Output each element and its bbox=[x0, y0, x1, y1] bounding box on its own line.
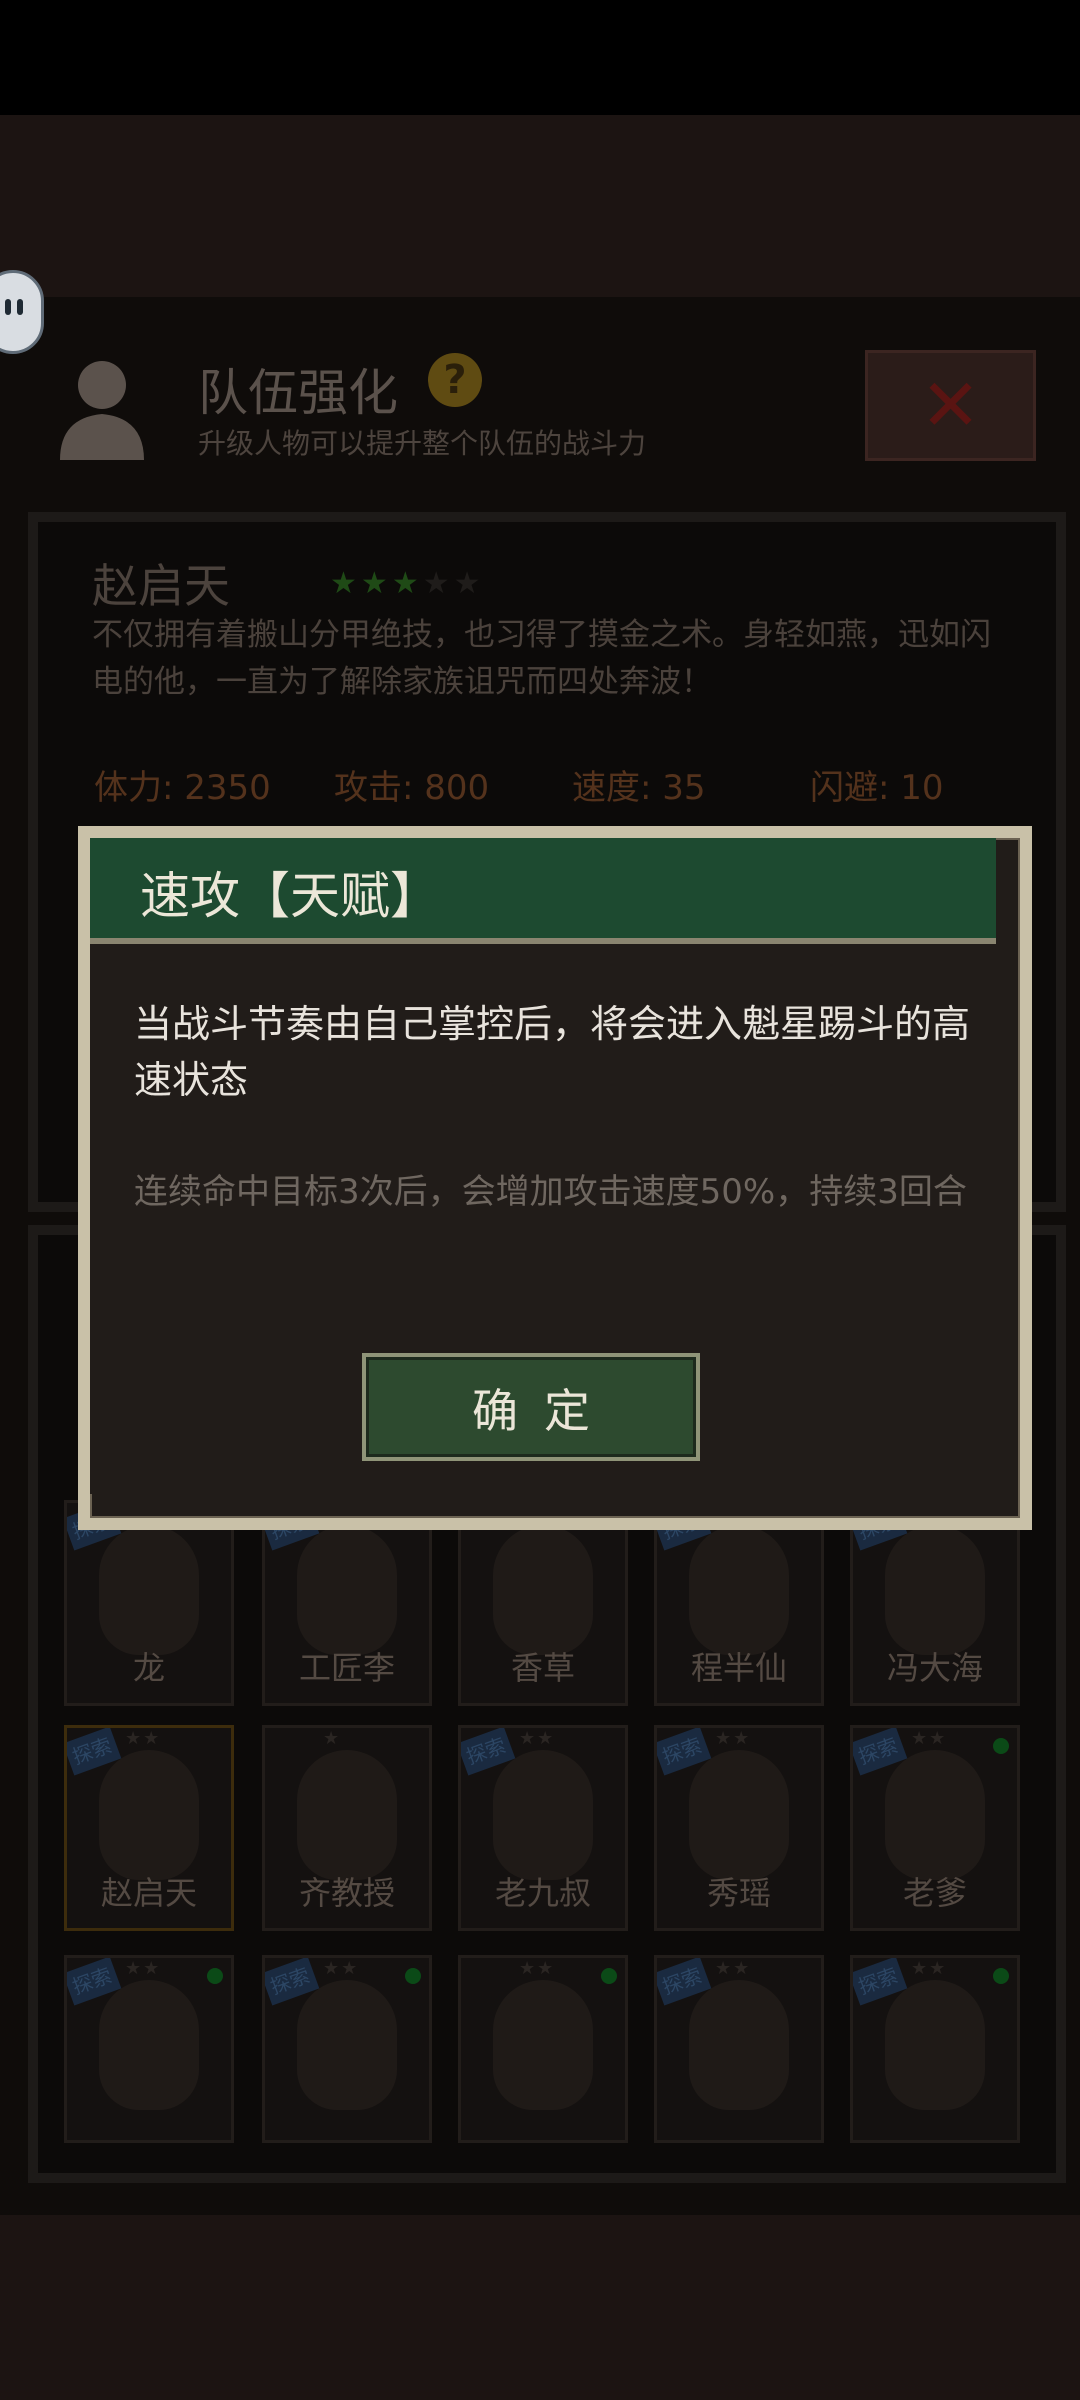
page-title: 队伍强化 bbox=[198, 364, 398, 422]
question-icon[interactable]: ? bbox=[428, 353, 482, 407]
star-icon: ★ bbox=[422, 566, 454, 601]
online-status-dot bbox=[601, 1968, 617, 1984]
character-card[interactable]: ★ 齐教授 bbox=[262, 1725, 432, 1931]
character-stars: ★ bbox=[323, 1728, 342, 1749]
character-stars: ★★ bbox=[323, 1958, 360, 1979]
character-name: 老爹 bbox=[902, 1874, 967, 1912]
character-card[interactable]: 探索 ★★ bbox=[262, 1955, 432, 2143]
character-card[interactable]: 探索 龙 bbox=[64, 1500, 234, 1706]
character-card[interactable]: 香草 bbox=[458, 1500, 628, 1706]
character-name: 赵启天 bbox=[100, 1874, 197, 1912]
character-portrait bbox=[99, 1750, 199, 1880]
character-name: 香草 bbox=[510, 1649, 575, 1687]
character-portrait bbox=[689, 1750, 789, 1880]
character-stars: ★★ bbox=[715, 1958, 752, 1979]
talent-effect: 连续命中目标3次后，会增加攻击速度50%，持续3回合 bbox=[134, 1172, 967, 1212]
online-status-dot bbox=[207, 1968, 223, 1984]
close-x-icon: ✕ bbox=[920, 363, 981, 447]
character-portrait bbox=[885, 1525, 985, 1655]
character-name: 老九叔 bbox=[494, 1874, 591, 1912]
hero-name: 赵启天 bbox=[92, 559, 230, 613]
star-icon: ★ bbox=[391, 566, 423, 601]
page-subtitle: 升级人物可以提升整个队伍的战斗力 bbox=[198, 427, 647, 460]
star-icon: ★ bbox=[330, 566, 361, 601]
character-stars: ★★ bbox=[519, 1728, 556, 1749]
character-card[interactable]: ★★ bbox=[458, 1955, 628, 2143]
character-name: 冯大海 bbox=[886, 1649, 983, 1687]
stat-attack: 攻击: 800 bbox=[334, 768, 490, 808]
character-name: 龙 bbox=[132, 1649, 165, 1687]
character-card[interactable]: 探索 ★★ 老爹 bbox=[850, 1725, 1020, 1931]
character-stars: ★★ bbox=[125, 1958, 162, 1979]
character-card[interactable]: 探索 ★★ bbox=[64, 1955, 234, 2143]
character-portrait bbox=[689, 1525, 789, 1655]
character-card[interactable]: 探索 ★★ 老九叔 bbox=[458, 1725, 628, 1931]
star-icon: ★ bbox=[453, 566, 485, 601]
character-portrait bbox=[689, 1980, 789, 2110]
character-portrait bbox=[297, 1750, 397, 1880]
character-portrait bbox=[493, 1980, 593, 2110]
character-portrait bbox=[885, 1980, 985, 2110]
character-stars: ★★ bbox=[715, 1728, 752, 1749]
character-card[interactable]: 探索 工匠李 bbox=[262, 1500, 432, 1706]
stat-evade: 闪避: 10 bbox=[810, 768, 944, 808]
character-stars: ★★ bbox=[519, 1958, 556, 1979]
floating-assistant-button[interactable] bbox=[0, 270, 44, 354]
character-stars: ★★ bbox=[911, 1728, 948, 1749]
character-portrait bbox=[99, 1980, 199, 2110]
character-name: 齐教授 bbox=[298, 1874, 395, 1912]
character-name: 工匠李 bbox=[298, 1649, 395, 1687]
bottom-background-band bbox=[0, 2215, 1080, 2400]
hero-description: 不仅拥有着搬山分甲绝技，也习得了摸金之术。身轻如燕，迅如闪电的他，一直为了解除家… bbox=[92, 617, 991, 700]
character-card-selected[interactable]: 探索 ★★ 赵启天 bbox=[64, 1725, 234, 1931]
status-bar bbox=[0, 0, 1080, 115]
character-portrait bbox=[493, 1525, 593, 1655]
confirm-button[interactable]: 确定 bbox=[362, 1353, 700, 1461]
character-card[interactable]: 探索 ★★ bbox=[850, 1955, 1020, 2143]
character-portrait bbox=[493, 1750, 593, 1880]
character-name: 秀瑶 bbox=[706, 1874, 771, 1912]
talent-dialog-title: 速攻【天赋】 bbox=[140, 867, 440, 925]
character-portrait bbox=[297, 1525, 397, 1655]
top-background-band bbox=[0, 115, 1080, 297]
star-icon: ★ bbox=[360, 566, 392, 601]
eye-icon bbox=[5, 299, 11, 315]
online-status-dot bbox=[993, 1968, 1009, 1984]
character-portrait bbox=[99, 1525, 199, 1655]
close-button[interactable]: ✕ bbox=[865, 350, 1036, 461]
character-portrait bbox=[297, 1980, 397, 2110]
avatar-silhouette-icon bbox=[50, 350, 155, 460]
character-card[interactable]: 探索 ★★ 秀瑶 bbox=[654, 1725, 824, 1931]
online-status-dot bbox=[405, 1968, 421, 1984]
stat-hp: 体力: 2350 bbox=[94, 768, 271, 808]
eye-icon bbox=[17, 299, 23, 315]
character-name: 程半仙 bbox=[690, 1649, 787, 1687]
character-portrait bbox=[885, 1750, 985, 1880]
hero-star-rating: ★★★★★ bbox=[330, 566, 485, 601]
stat-speed: 速度: 35 bbox=[572, 768, 706, 808]
character-stars: ★★ bbox=[125, 1728, 162, 1749]
online-status-dot bbox=[993, 1738, 1009, 1754]
talent-description: 当战斗节奏由自己掌控后，将会进入魁星踢斗的高速状态 bbox=[134, 1002, 971, 1102]
character-stars: ★★ bbox=[911, 1958, 948, 1979]
character-card[interactable]: 探索 ★★ bbox=[654, 1955, 824, 2143]
character-card[interactable]: 探索 冯大海 bbox=[850, 1500, 1020, 1706]
character-card[interactable]: 探索 程半仙 bbox=[654, 1500, 824, 1706]
